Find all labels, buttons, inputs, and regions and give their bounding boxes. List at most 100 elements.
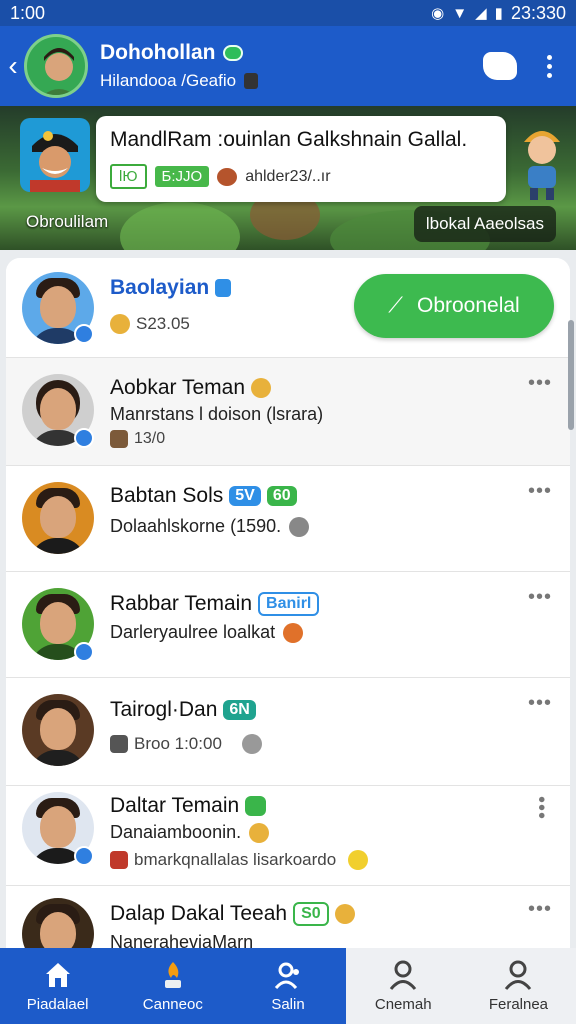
status-clock: 23:330 <box>510 2 566 23</box>
banner-kid-character <box>518 120 566 200</box>
contact-name: Dalap Dakal Teeah <box>110 902 288 925</box>
food-icon <box>217 167 238 186</box>
contact-name: Rabbar Temain <box>110 592 253 615</box>
chat-list: Baolayian S23.05 ⟋ Obroonelal Aobkar Tem… <box>6 258 570 958</box>
verified-icon <box>74 324 94 344</box>
laugh-emoji-icon <box>334 904 355 924</box>
avatar[interactable] <box>24 34 88 98</box>
contact-preview: Darleryaulree loalkat <box>110 622 276 642</box>
more-horiz-icon[interactable]: ••• <box>528 692 552 715</box>
worried-emoji-icon <box>249 822 270 843</box>
battery-icon: ▮ <box>494 5 503 22</box>
contact-name: Babtan Sols <box>110 484 224 507</box>
bottom-nav: Piadalael Canneoc Salin Cnemah Feralnea <box>0 948 576 1024</box>
game-icon <box>110 430 128 448</box>
lock-icon <box>244 73 259 89</box>
avatar[interactable] <box>22 482 94 554</box>
coin-icon <box>110 314 130 334</box>
page-subtitle: Hilandooa /Geafio <box>100 71 237 90</box>
nav-label: Salin <box>271 995 305 1013</box>
verified-icon <box>74 428 94 448</box>
avatar-illustration <box>43 48 75 95</box>
online-status-icon <box>223 45 244 61</box>
status-badge: 5V <box>229 486 261 506</box>
contact-name: Daltar Temain <box>110 794 240 817</box>
banner-tag: lЮ <box>110 164 147 189</box>
nav-item-connect[interactable]: Canneoc <box>115 948 231 1024</box>
list-item[interactable]: Daltar Temain Danaiamboonin. bmarkqnalla… <box>6 786 570 886</box>
more-horiz-icon[interactable]: ••• <box>528 372 552 395</box>
featured-row[interactable]: Baolayian S23.05 ⟋ Obroonelal <box>6 258 570 358</box>
list-item[interactable]: Aobkar Teman Manrstans l doison (lsrara)… <box>6 358 570 466</box>
nav-item-profile[interactable]: Feralnea <box>460 948 576 1024</box>
contact-meta: Broo 1:0:00 <box>134 734 222 753</box>
contact-meta: bmarkqnallalas lisarkoardo <box>134 850 337 869</box>
nav-item-channels[interactable]: Cnemah <box>345 948 461 1024</box>
smile-emoji-icon <box>251 378 272 398</box>
more-horiz-icon[interactable]: ••• <box>528 480 552 503</box>
status-badge: Banirl <box>258 592 320 616</box>
ticket-icon: ⟋ <box>388 294 403 317</box>
status-icons: ◉ ▼ ◢ ▮ 23:330 <box>431 3 566 24</box>
gift-icon <box>110 851 128 869</box>
lock-icon <box>215 279 232 297</box>
app-bar: ‹ Dohohollan Hilandooa /Geafio <box>0 26 576 106</box>
list-item[interactable]: Rabbar Temain Banirl Darleryaulree loalk… <box>6 572 570 678</box>
more-vert-icon[interactable]: ••• <box>529 796 552 820</box>
banner-handle: ahlder23/..ır <box>245 167 331 185</box>
more-vert-icon[interactable] <box>547 54 552 78</box>
more-horiz-icon[interactable]: ••• <box>528 898 552 921</box>
page-title: Dohohollan <box>100 41 216 64</box>
app-bar-actions <box>483 52 552 80</box>
banner-character <box>20 118 90 192</box>
verified-icon <box>74 846 94 866</box>
kid-illustration <box>524 131 560 200</box>
lightbulb-icon <box>348 850 369 870</box>
promo-banner[interactable]: MandlRam :ouinlan Galkshnain Gallal. lЮ … <box>0 106 576 250</box>
back-icon[interactable]: ‹ <box>2 50 24 82</box>
home-icon <box>45 962 70 987</box>
status-badge: S0 <box>293 902 329 926</box>
person-icon <box>241 734 262 754</box>
nav-label: Canneoc <box>142 995 203 1013</box>
list-item[interactable]: Tairogl·Dan 6N Broo 1:0:00 ••• <box>6 678 570 786</box>
fruit-icon <box>283 622 304 643</box>
status-bar: 1:00 ◉ ▼ ◢ ▮ 23:330 <box>0 0 576 26</box>
contact-preview: Manrstans l doison (lsrara) <box>110 404 324 424</box>
wifi-icon: ▼ <box>452 4 468 22</box>
banner-action-button[interactable]: lbokal Aaeolsas <box>413 206 556 242</box>
avatar[interactable] <box>22 694 94 766</box>
nav-label: Feralnea <box>488 995 549 1013</box>
contact-name: Tairogl·Dan <box>110 698 218 721</box>
chat-bubble-icon <box>245 796 266 816</box>
nav-item-search[interactable]: Salin <box>230 948 346 1024</box>
follow-button-label: Obroonelal <box>416 294 520 317</box>
campfire-icon <box>164 961 181 988</box>
banner-headline: MandlRam :ouinlan Galkshnain Gallal. <box>110 128 468 151</box>
scrollbar[interactable] <box>568 320 574 430</box>
banner-label: Obroulilam <box>26 212 109 231</box>
banner-tag: Б:ЈЈO <box>154 166 210 187</box>
alarm-icon: ◉ <box>431 5 445 22</box>
contact-preview: Dolaahlskorne (1590. <box>110 516 282 536</box>
featured-name: Baolayian <box>110 276 210 299</box>
contact-preview: Danaiamboonin. <box>110 822 242 842</box>
nav-item-home[interactable]: Piadalael <box>0 948 116 1024</box>
nav-label: Piadalael <box>26 995 89 1013</box>
banner-scenery <box>120 202 240 250</box>
puzzle-icon[interactable] <box>483 52 517 80</box>
more-horiz-icon[interactable]: ••• <box>528 586 552 609</box>
chat-title-block[interactable]: Dohohollan Hilandooa /Geafio <box>100 41 259 91</box>
nav-label: Cnemah <box>374 995 432 1013</box>
list-item[interactable]: Babtan Sols 5V 60 Dolaahlskorne (1590. •… <box>6 466 570 572</box>
search-person-icon <box>274 962 299 989</box>
character-illustration <box>30 131 80 192</box>
camera-icon <box>110 735 128 753</box>
contact-name: Aobkar Teman <box>110 376 246 399</box>
banner-card[interactable]: MandlRam :ouinlan Galkshnain Gallal. lЮ … <box>96 116 506 202</box>
featured-amount: S23.05 <box>136 314 190 333</box>
settings-icon <box>289 516 310 537</box>
follow-button[interactable]: ⟋ Obroonelal <box>354 274 554 338</box>
signal-icon: ◢ <box>475 5 487 22</box>
profile-icon <box>505 960 532 990</box>
